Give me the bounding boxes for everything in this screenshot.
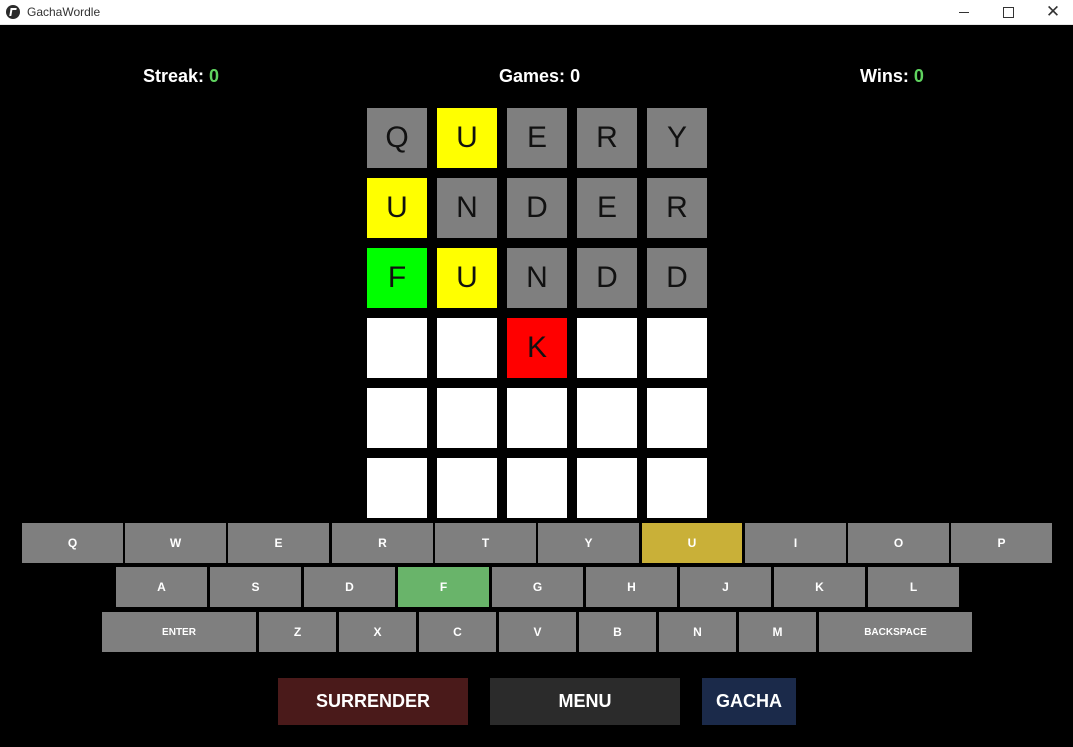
board-tile	[367, 318, 427, 378]
wins-stat: Wins: 0	[860, 66, 924, 87]
board-tile	[367, 458, 427, 518]
key-h[interactable]: H	[586, 567, 677, 607]
key-o[interactable]: O	[848, 523, 949, 563]
key-t[interactable]: T	[435, 523, 536, 563]
board-tile: E	[507, 108, 567, 168]
games-value: 0	[570, 66, 581, 86]
key-p[interactable]: P	[951, 523, 1052, 563]
board-tile	[437, 388, 497, 448]
key-s[interactable]: S	[210, 567, 301, 607]
board-tile: K	[507, 318, 567, 378]
title-bar: GachaWordle ✕	[0, 0, 1073, 25]
key-y[interactable]: Y	[538, 523, 639, 563]
minimize-icon[interactable]	[941, 0, 987, 24]
board-tile: R	[647, 178, 707, 238]
key-z[interactable]: Z	[259, 612, 336, 652]
key-m[interactable]: M	[739, 612, 816, 652]
board-tile	[437, 318, 497, 378]
key-d[interactable]: D	[304, 567, 395, 607]
surrender-button[interactable]: SURRENDER	[278, 678, 468, 725]
board-tile	[647, 458, 707, 518]
gacha-button[interactable]: GACHA	[702, 678, 796, 725]
board-tile: N	[507, 248, 567, 308]
key-i[interactable]: I	[745, 523, 846, 563]
key-w[interactable]: W	[125, 523, 226, 563]
key-f[interactable]: F	[398, 567, 489, 607]
wins-value: 0	[913, 66, 924, 86]
streak-stat: Streak: 0	[143, 66, 219, 87]
key-j[interactable]: J	[680, 567, 771, 607]
key-u[interactable]: U	[642, 523, 742, 563]
board-tile: U	[437, 248, 497, 308]
maximize-icon[interactable]	[985, 0, 1031, 24]
board-tile: R	[577, 108, 637, 168]
board-tile: U	[437, 108, 497, 168]
board-tile: N	[437, 178, 497, 238]
board-tile: E	[577, 178, 637, 238]
board-tile	[647, 388, 707, 448]
key-k[interactable]: K	[774, 567, 865, 607]
board-tile	[367, 388, 427, 448]
board-tile: D	[647, 248, 707, 308]
key-n[interactable]: N	[659, 612, 736, 652]
key-v[interactable]: V	[499, 612, 576, 652]
board-tile: D	[577, 248, 637, 308]
board-tile: F	[367, 248, 427, 308]
key-a[interactable]: A	[116, 567, 207, 607]
board-tile	[437, 458, 497, 518]
key-e[interactable]: E	[228, 523, 329, 563]
key-enter[interactable]: ENTER	[102, 612, 256, 652]
board-tile	[577, 318, 637, 378]
key-q[interactable]: Q	[22, 523, 123, 563]
board-tile: D	[507, 178, 567, 238]
key-backspace[interactable]: BACKSPACE	[819, 612, 972, 652]
streak-label: Streak:	[143, 66, 205, 86]
wins-label: Wins:	[860, 66, 909, 86]
menu-button[interactable]: MENU	[490, 678, 680, 725]
board-tile	[577, 388, 637, 448]
board-tile: Q	[367, 108, 427, 168]
key-r[interactable]: R	[332, 523, 433, 563]
app-logo-icon	[6, 5, 20, 19]
key-b[interactable]: B	[579, 612, 656, 652]
board-tile	[507, 388, 567, 448]
games-label: Games:	[499, 66, 566, 86]
key-x[interactable]: X	[339, 612, 416, 652]
board-tile: U	[367, 178, 427, 238]
key-l[interactable]: L	[868, 567, 959, 607]
window-title: GachaWordle	[27, 5, 101, 19]
streak-value: 0	[209, 66, 220, 86]
board-tile	[507, 458, 567, 518]
games-stat: Games: 0	[499, 66, 580, 87]
board-tile: Y	[647, 108, 707, 168]
key-c[interactable]: C	[419, 612, 496, 652]
board-tile	[577, 458, 637, 518]
board-tile	[647, 318, 707, 378]
close-icon[interactable]: ✕	[1030, 0, 1073, 24]
key-g[interactable]: G	[492, 567, 583, 607]
letter-board: QUERYUNDERFUNDDK	[367, 108, 707, 518]
